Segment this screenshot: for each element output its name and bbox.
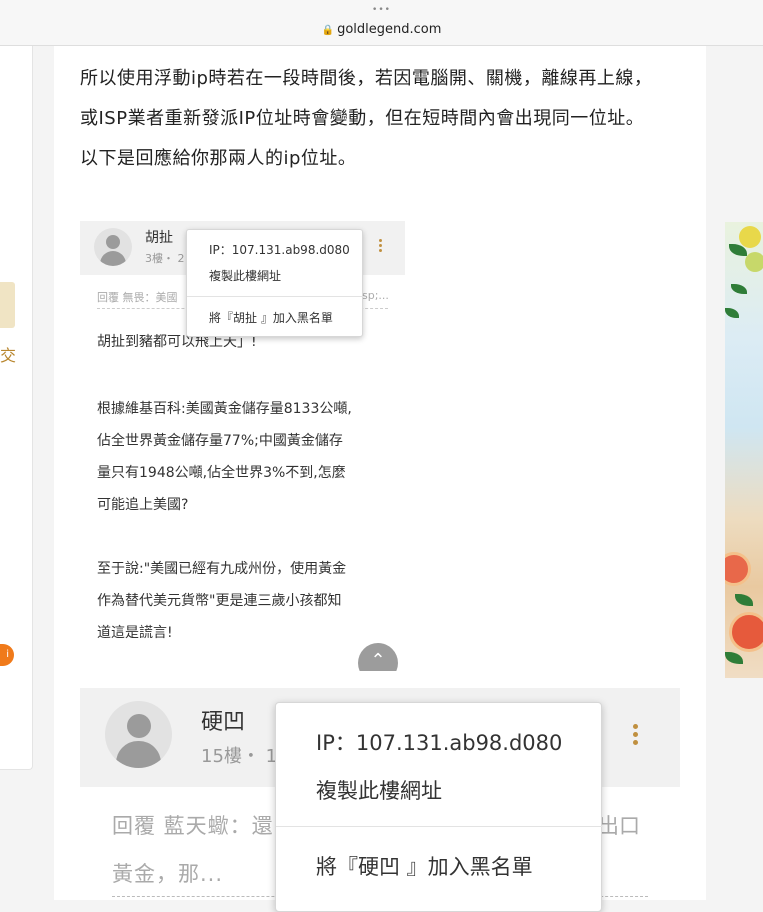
lock-icon: 🔒 <box>321 25 335 36</box>
grapefruit-shape <box>729 612 763 652</box>
comment-line: 作為替代美元貨幣"更是連三歲小孩都知 <box>97 593 342 609</box>
leaf-shape <box>725 308 739 318</box>
url-text: goldlegend.com <box>337 22 442 37</box>
commenter-name: 胡扯 <box>145 230 173 246</box>
menu-divider <box>187 296 364 297</box>
comment-line: 根據維基百科:美國黃金儲存量8133公噸, <box>97 401 352 417</box>
side-advertisement[interactable] <box>725 222 763 678</box>
lime-shape <box>745 252 763 272</box>
more-options-icon <box>379 239 383 254</box>
address-bar[interactable]: 🔒 goldlegend.com <box>0 22 763 37</box>
menu-ip: IP：107.131.ab98.d080 <box>209 243 350 257</box>
comment-body: 根據維基百科:美國黃金儲存量8133公噸, 佔全世界黃金儲存量77%;中國黃金儲… <box>97 393 397 649</box>
leaf-shape <box>735 594 753 606</box>
left-sidebar: 交 i <box>0 46 33 770</box>
reply-quote-line2: 黃金，那... <box>112 862 224 886</box>
notification-badge[interactable]: i <box>0 644 14 666</box>
comment-meta: 3樓・ 2 <box>145 252 185 265</box>
reply-quote-tail: sp;... <box>362 289 389 302</box>
sidebar-tab[interactable] <box>0 282 15 328</box>
reply-quote: 回覆 藍天蠍：還 <box>112 814 274 838</box>
comment-line <box>97 521 397 553</box>
avatar <box>105 701 172 768</box>
comment-line: 可能追上美國? <box>97 497 189 513</box>
menu-ip: IP：107.131.ab98.d080 <box>316 731 563 755</box>
browser-toolbar: ••• 🔒 goldlegend.com <box>0 0 763 46</box>
comment-line: 佔全世界黃金儲存量77%;中國黃金儲存 <box>97 433 343 449</box>
article-line: 以下是回應給你那兩人的ip位址。 <box>80 148 357 169</box>
article-line: 或ISP業者重新發派IP位址時會變動，但在短時間內會出現同一位址。 <box>80 108 645 129</box>
tab-overflow-icon[interactable]: ••• <box>0 5 763 15</box>
comment-line: 至于說:"美國已經有九成州份，使用黃金 <box>97 561 347 577</box>
grapefruit-shape <box>725 552 751 586</box>
reply-quote-tail: 出口 <box>598 814 640 838</box>
comment-line: 道這是謊言! <box>97 625 173 641</box>
menu-copy-link: 複製此樓網址 <box>316 779 442 803</box>
context-menu-large: IP：107.131.ab98.d080 複製此樓網址 將『硬凹 』加入黑名單 <box>275 702 603 912</box>
comment-meta: 15樓・ 1 <box>201 746 278 767</box>
sidebar-partial-label: 交 <box>0 346 17 365</box>
lemon-shape <box>739 226 761 248</box>
menu-divider <box>276 826 603 827</box>
article-line: 所以使用浮動ip時若在一段時間後，若因電腦開、關機，離線再上線， <box>80 68 653 89</box>
menu-blacklist: 將『胡扯 』加入黑名單 <box>209 311 333 325</box>
more-options-icon <box>633 724 639 748</box>
reply-quote: 回覆 無畏：美國 <box>97 291 178 304</box>
leaf-shape <box>731 284 747 294</box>
leaf-shape <box>725 652 743 664</box>
menu-copy-link: 複製此樓網址 <box>209 269 282 283</box>
avatar <box>94 228 132 266</box>
context-menu-small: IP：107.131.ab98.d080 複製此樓網址 將『胡扯 』加入黑名單 <box>186 229 364 337</box>
comment-line: 量只有1948公噸,佔全世界3%不到,怎麼 <box>97 465 346 481</box>
commenter-name: 硬凹 <box>201 710 246 735</box>
menu-blacklist: 將『硬凹 』加入黑名單 <box>316 855 533 879</box>
